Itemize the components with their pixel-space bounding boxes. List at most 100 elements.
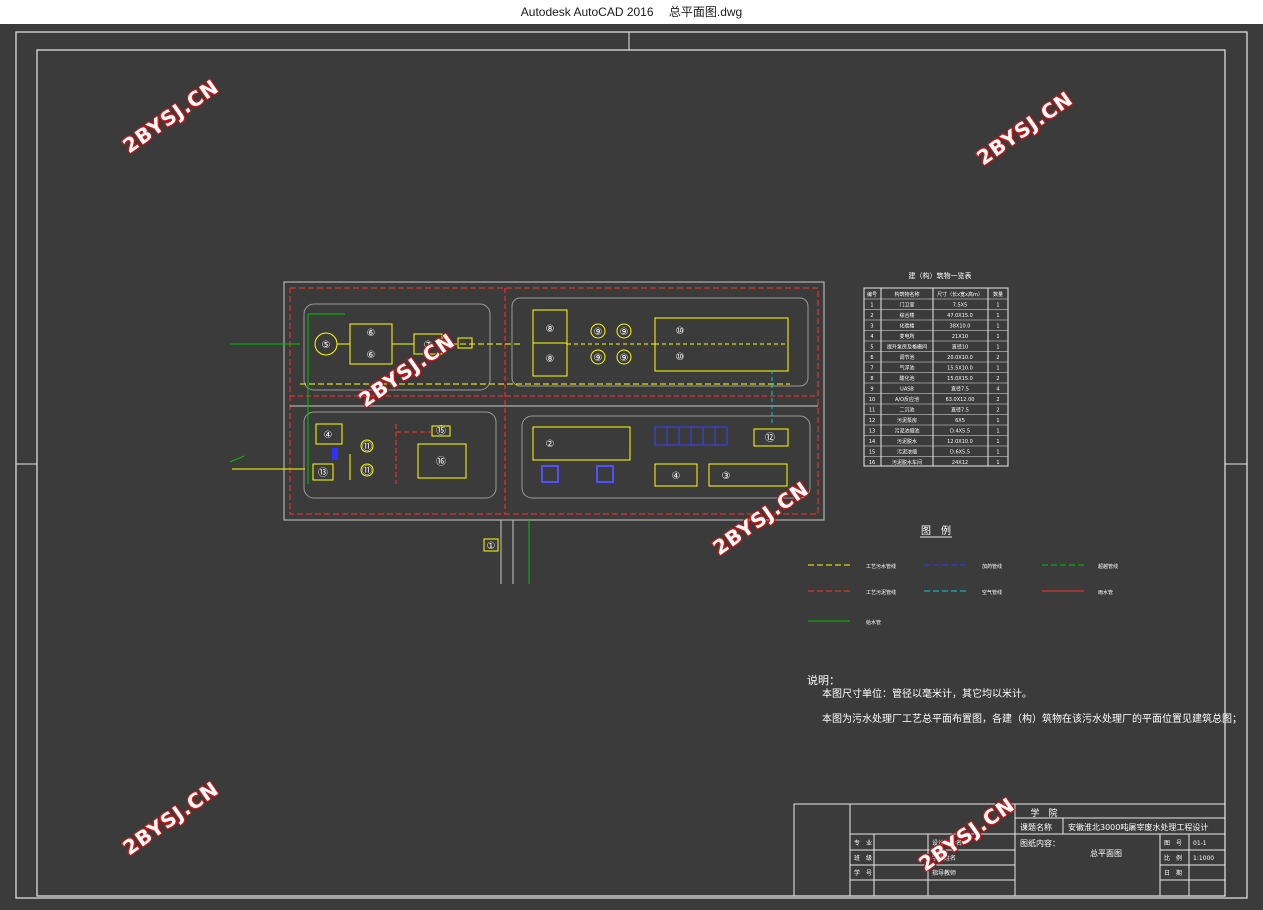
legend-item-label: 加药管线 [982, 563, 1002, 570]
table-cell: 1 [996, 334, 999, 340]
unit-number-label: ⑨ [620, 327, 629, 338]
table-cell: 13 [869, 429, 875, 435]
table-cell: 4 [996, 387, 999, 393]
table-cell: 2 [870, 313, 873, 319]
file-name: 总平面图.dwg [668, 5, 743, 19]
tb-class: 班 级 [854, 854, 872, 862]
inlet-arrow [229, 455, 245, 463]
unit-number-label: ② [546, 439, 555, 450]
structure-table-frame [863, 287, 1009, 467]
legend-item-label: 空气管线 [982, 589, 1002, 596]
unit-number-label: ③ [722, 471, 731, 482]
tb-sheet-no: 01-1 [1193, 840, 1207, 847]
tb-scale: 1:1000 [1193, 855, 1214, 862]
drawing-svg: ⑤⑥⑥⑦⑧⑧⑨ ⑨⑨ ⑨⑩⑩④⑪⑪⑮⑬⑯②④ ③⑫① 编号 构筑物名称 尺寸（长x宽x高m… [15, 31, 1248, 899]
notes-line-1: 本图尺寸单位：管径以毫米计，其它均以米计。 [822, 687, 1032, 700]
unit-number-label: ⑧ [546, 324, 555, 335]
app-name: Autodesk AutoCAD 2016 [520, 5, 654, 19]
table-cell: 10 [869, 397, 875, 403]
unit-number-label: ⑥ [367, 328, 376, 339]
table-cell: 12.0X10.0 [947, 439, 973, 445]
unit-number-label: ⑥ [367, 350, 376, 361]
tb-project-label: 课题名称 [1020, 822, 1052, 832]
legend-item-label: 工艺污泥管线 [866, 589, 896, 596]
unit-small[interactable] [457, 337, 473, 349]
table-cell: 2 [996, 355, 999, 361]
tb-sheet-label: 图 号 [1164, 840, 1182, 847]
table-cell: 3 [870, 324, 873, 330]
table-cell: 化验楼 [899, 323, 914, 330]
plan-labels: ⑤⑥⑥⑦⑧⑧⑨ ⑨⑨ ⑨⑩⑩④⑪⑪⑮⑬⑯②④ ③⑫① [318, 324, 775, 552]
table-cell: 1 [996, 439, 999, 445]
legend-item-label: 给水管 [866, 619, 881, 626]
table-cell: 污泥浓缩池 [894, 428, 919, 435]
table-header: 编号 [867, 291, 877, 298]
drawing-canvas[interactable]: ⑤⑥⑥⑦⑧⑧⑨⑨⑨⑨⑩⑩④⑪⑪⑮⑬⑯②④③⑫① 编号 构筑物名称 尺寸（长x宽x高m… [0, 24, 1263, 906]
table-cell: 16 [869, 460, 875, 466]
table-cell: 11 [869, 408, 875, 414]
table-cell: 提升泵房及格栅间 [887, 344, 927, 351]
table-cell: 二沉池 [899, 407, 914, 414]
table-cell: 酸化池 [899, 375, 914, 382]
table-header: 数量 [993, 291, 1003, 298]
table-cell: 门卫室 [899, 302, 914, 309]
unit-number-label: ⑤ [322, 340, 331, 351]
table-cell: 5 [870, 345, 873, 351]
table-cell: 直径7.5 [951, 407, 969, 414]
unit-number-label: ⑧ [546, 354, 555, 365]
table-cell: 7.5X5 [953, 303, 968, 309]
notes-line-2: 本图为污水处理厂工艺总平面布置图，各建（构）筑物在该污水处理厂的平面位置见建筑总… [822, 712, 1242, 725]
table-cell: D.4X5.5 [950, 429, 970, 435]
legend-item-label: 雨水管 [1098, 589, 1113, 596]
table-cell: 2 [996, 376, 999, 382]
table-cell: 2 [996, 408, 999, 414]
table-cell: 6 [870, 355, 873, 361]
table-cell: 4 [870, 334, 873, 340]
unit-tree [541, 465, 559, 483]
table-cell: 6X5 [955, 418, 965, 424]
table-cell: 21X10 [952, 334, 968, 340]
unit-number-label: ⑩ [676, 352, 685, 363]
tb-content: 总平面图 [1090, 848, 1122, 858]
unit-tree [596, 465, 614, 483]
table-cell: 调节池 [899, 354, 914, 361]
table-cell: 14 [869, 439, 875, 445]
table-cell: 变电所 [899, 333, 914, 340]
table-cell: 1 [996, 418, 999, 424]
unit-number-label: ④ [672, 471, 681, 482]
tb-content-label: 图纸内容： [1020, 838, 1060, 848]
table-cell: 2 [996, 397, 999, 403]
window-titlebar: Autodesk AutoCAD 2016 总平面图.dwg [0, 0, 1263, 24]
table-header: 尺寸（长x宽x高m） [937, 291, 983, 298]
table-cell: 12 [869, 418, 875, 424]
table-cell: 15.0X15.0 [947, 376, 973, 382]
table-cell: 综合楼 [899, 312, 914, 319]
unit-number-label: ⑩ [676, 326, 685, 337]
table-cell: 1 [996, 366, 999, 372]
table-cell: 15.5X10.0 [947, 366, 973, 372]
table-cell: 20.0X10.0 [947, 355, 973, 361]
legend-text: 工艺污水管线 加药管线 超越管线工艺污泥管线 空气管线 雨水管给水管 [866, 563, 1118, 626]
unit-number-label: ⑪ [362, 441, 372, 453]
table-cell: 7 [870, 366, 873, 372]
table-cell: 污泥泵房 [897, 417, 917, 424]
tb-school: 学 院 [1030, 807, 1057, 819]
legend-title: 图 例 [921, 524, 951, 537]
block-ne [511, 297, 809, 387]
legend-item-label: 超越管线 [1098, 563, 1118, 570]
table-cell: 直径10 [952, 344, 968, 351]
table-cell: 47.0X15.0 [947, 313, 973, 319]
table-header: 构筑物名称 [894, 291, 919, 298]
unit-number-label: ④ [324, 430, 333, 441]
structure-table-text: 编号 构筑物名称 尺寸（长x宽x高m） 数量1 门卫室 7.5X5 12 综合楼 47.0X15… [867, 291, 1003, 466]
table-cell: 1 [996, 303, 999, 309]
unit-number-label: ① [487, 541, 496, 552]
table-cell: 污泥脱水 [897, 438, 917, 445]
table-cell: 污泥脱水车间 [892, 459, 922, 466]
structure-table-title: 建（构）筑物一览表 [909, 271, 972, 280]
table-cell: 24X12 [952, 460, 968, 466]
table-cell: 9 [870, 387, 873, 393]
table-cell: UASB [900, 387, 914, 393]
table-cell: 38X10.0 [950, 324, 971, 330]
tb-date-label: 日 期 [1164, 869, 1182, 877]
